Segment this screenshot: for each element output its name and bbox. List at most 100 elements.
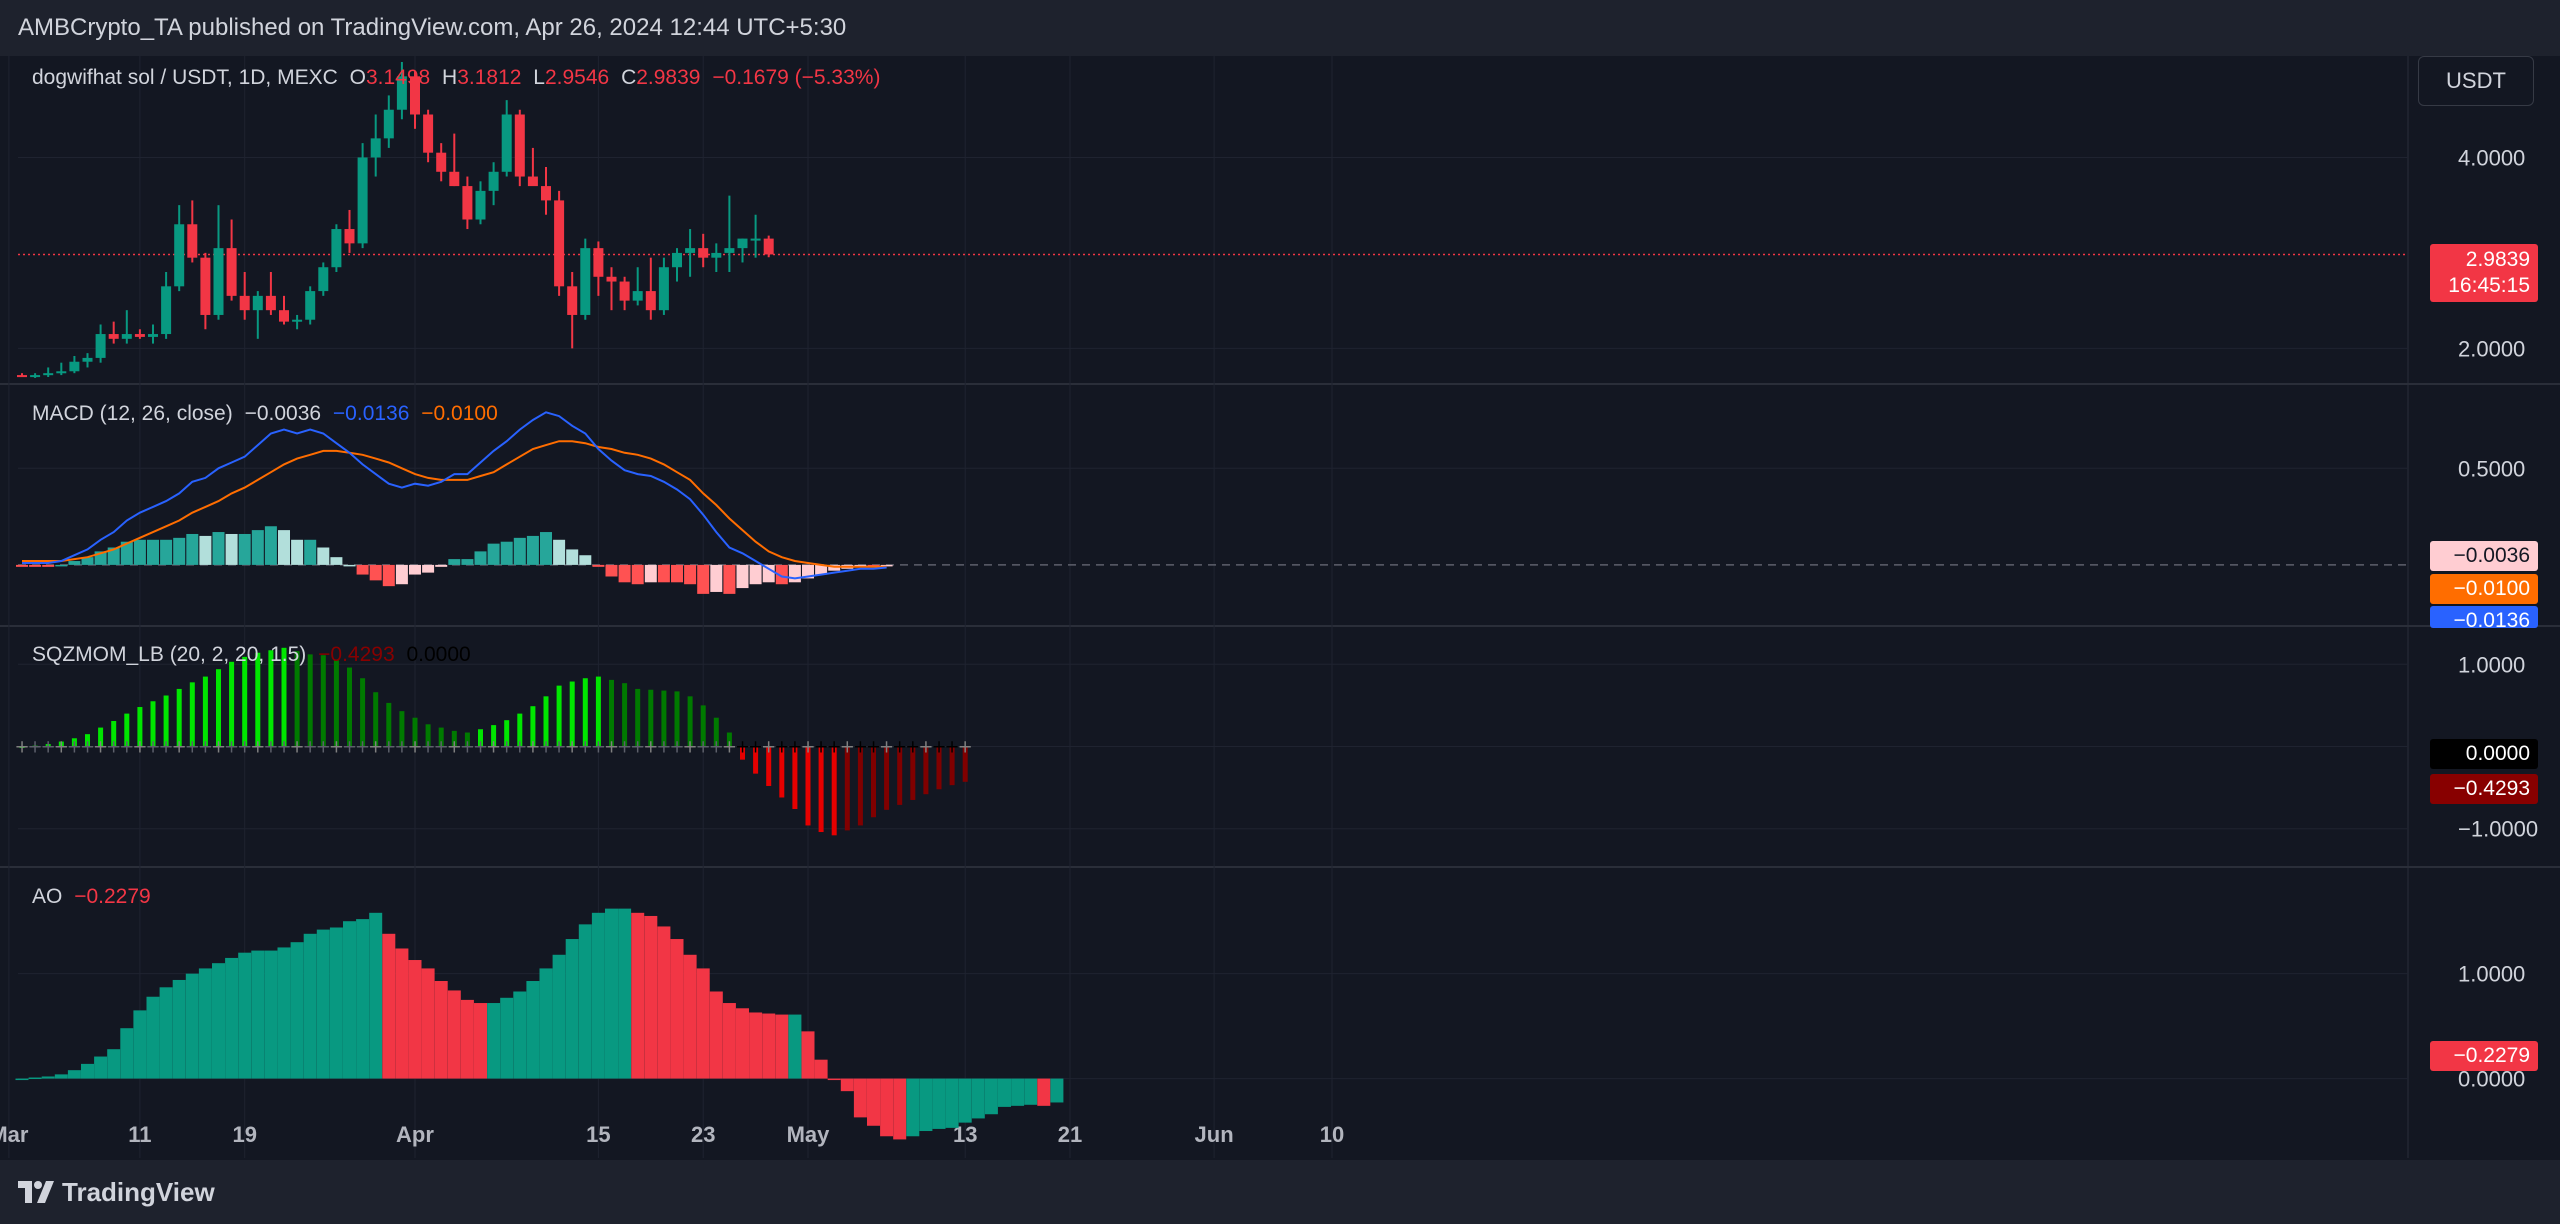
ao-bar	[736, 1008, 749, 1079]
x-tick-label: 10	[1320, 1122, 1344, 1147]
ao-bar	[670, 939, 684, 1079]
ao-bar	[487, 1003, 501, 1079]
open-value: 3.1498	[365, 66, 431, 89]
macd-histogram-bar	[422, 564, 435, 573]
ao-bar	[81, 1063, 94, 1079]
candle-body	[658, 267, 669, 311]
ao-bar	[853, 1078, 867, 1118]
sqz-momentum-bar	[320, 655, 326, 747]
ao-bar	[303, 933, 317, 1079]
ao-bar	[1050, 1078, 1064, 1103]
sqz-momentum-bar	[831, 746, 837, 836]
ao-bar	[146, 996, 160, 1079]
sqz-momentum-bar	[818, 746, 824, 833]
high-value: 3.1812	[457, 66, 522, 89]
candle-body	[344, 229, 355, 244]
macd-histogram-bar	[343, 564, 356, 567]
ao-bar	[107, 1049, 121, 1079]
macd-histogram-bar	[278, 530, 290, 565]
candle-body	[265, 295, 276, 311]
candle-body	[30, 375, 41, 378]
macd-histogram-bar	[749, 564, 762, 585]
ao-bar	[277, 947, 291, 1079]
candle-body	[187, 224, 198, 258]
ao-bar	[67, 1070, 81, 1079]
x-tick-label: Apr	[396, 1122, 434, 1147]
candle-body	[488, 171, 499, 191]
candle-body	[239, 295, 250, 311]
macd-histogram-bar	[592, 564, 605, 567]
candle-body	[541, 186, 551, 201]
candle-body	[383, 109, 394, 139]
ao-bar	[565, 939, 579, 1079]
candle-body	[724, 248, 735, 253]
low-label: L	[533, 66, 545, 89]
ao-bar	[382, 933, 396, 1079]
sqz-momentum-bar	[242, 656, 248, 747]
macd-histogram-bar	[566, 549, 579, 565]
candle-body	[606, 276, 617, 282]
ao-bar	[28, 1077, 42, 1080]
ao-bar	[958, 1078, 972, 1123]
sqz-momentum-bar	[229, 661, 235, 747]
macd-histogram-bar	[435, 564, 448, 567]
y-tick-label: 4.0000	[2458, 145, 2525, 170]
sqz-title: SQZMOM_LB (20, 2, 20, 1.5)	[32, 643, 307, 666]
macd-line-value: −0.0136	[332, 402, 410, 425]
macd-histogram-bar	[788, 564, 801, 583]
ao-bar	[539, 968, 553, 1079]
macd-histogram-bar	[395, 564, 408, 585]
ao-bar	[867, 1078, 880, 1126]
tradingview-logo-icon	[18, 1181, 54, 1203]
candle-body	[82, 357, 93, 362]
x-tick-label: Jun	[1195, 1122, 1234, 1147]
x-tick-label: 15	[586, 1122, 610, 1147]
candle-body	[357, 157, 368, 244]
macd-histogram-bar	[409, 564, 421, 575]
candle-body	[226, 248, 237, 296]
candle-body	[449, 171, 460, 187]
ao-bar	[251, 950, 265, 1079]
x-tick-label: 23	[691, 1122, 715, 1147]
candle-body	[593, 248, 604, 277]
ao-bar	[696, 968, 710, 1079]
candle-body	[645, 291, 656, 311]
macd-histogram-bar	[382, 564, 395, 587]
ao-value-tag: −0.2279	[2430, 1041, 2538, 1071]
ao-bar	[919, 1078, 933, 1132]
ao-bar	[644, 915, 658, 1079]
footer-bar: TradingView	[0, 1160, 2560, 1224]
chart-canvas[interactable]: Mar1119Apr1523May1321Jun104.00002.00000.…	[0, 0, 2560, 1224]
macd-histogram-bar	[212, 532, 225, 565]
sqz-cross-marker: +	[958, 737, 973, 758]
candle-body	[292, 319, 303, 322]
y-tick-label: 0.5000	[2458, 456, 2525, 481]
high-label: H	[442, 66, 458, 89]
ao-bar	[290, 942, 304, 1079]
macd-histogram-bar	[513, 537, 526, 565]
ao-bar	[605, 908, 618, 1079]
macd-histogram-bar	[579, 555, 592, 565]
macd-line-tag: −0.0136	[2430, 606, 2538, 628]
ao-bar	[801, 1031, 815, 1079]
macd-title: MACD (12, 26, close)	[32, 402, 233, 425]
macd-histogram-bar	[631, 564, 644, 585]
candle-body	[698, 248, 709, 258]
ao-bar	[880, 1078, 894, 1137]
currency-button[interactable]: USDT	[2418, 56, 2534, 106]
candle-body	[737, 238, 748, 249]
ao-bar	[395, 948, 409, 1079]
ao-bar	[460, 999, 474, 1079]
ao-bar	[631, 912, 645, 1079]
macd-histogram-bar	[160, 539, 173, 565]
tradingview-logo[interactable]: TradingView	[18, 1177, 215, 1208]
ao-bar	[709, 991, 723, 1079]
macd-histogram-bar	[723, 564, 736, 594]
candle-body	[108, 334, 119, 339]
ao-bar	[762, 1013, 776, 1079]
ao-bar	[749, 1012, 763, 1079]
candle-body	[43, 373, 54, 376]
ao-bar	[159, 987, 173, 1079]
macd-histogram-bar	[42, 564, 55, 567]
macd-histogram-bar	[304, 539, 317, 565]
